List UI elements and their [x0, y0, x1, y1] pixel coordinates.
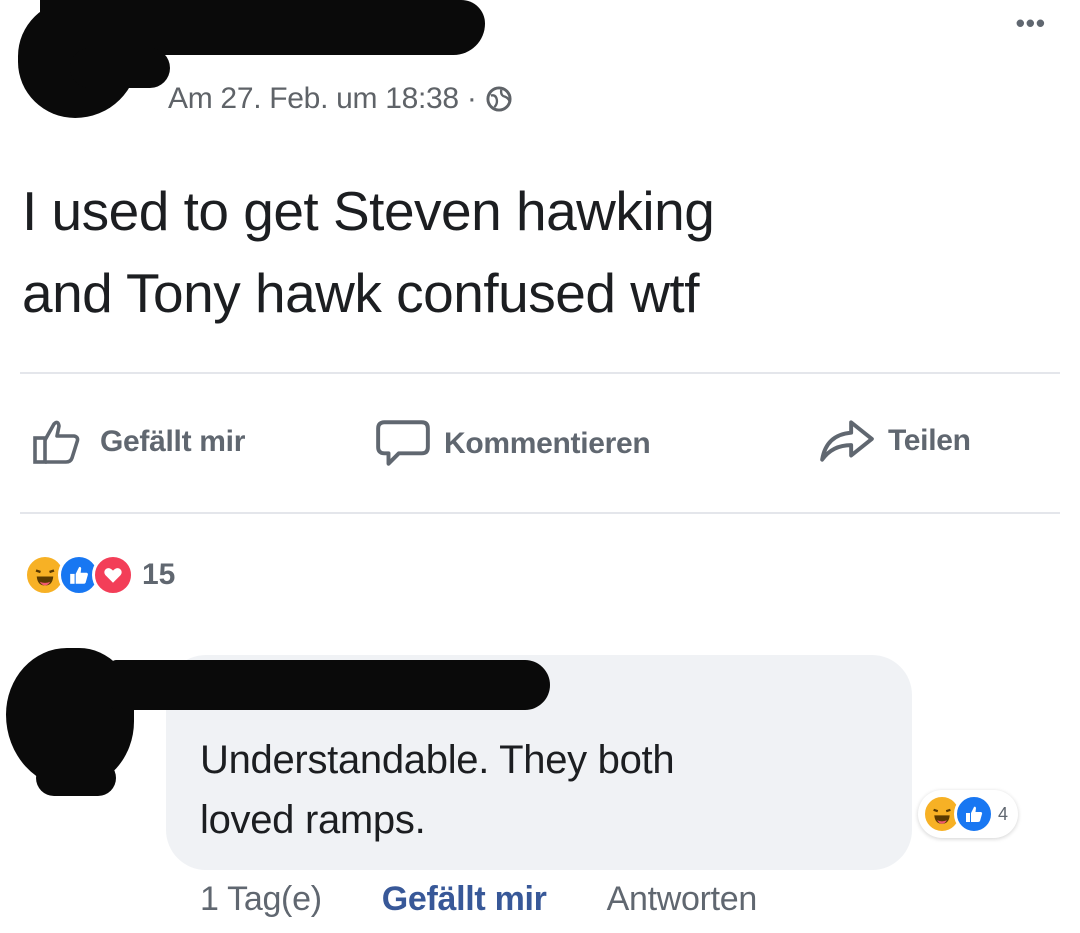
like-button[interactable]: Gefällt mir: [32, 418, 245, 466]
post-text: I used to get Steven hawking and Tony ha…: [22, 170, 1042, 334]
comment-like-button[interactable]: Gefällt mir: [382, 880, 547, 919]
share-arrow-icon: [820, 420, 874, 462]
love-reaction-icon: [92, 554, 134, 596]
comment-text-line-2: loved ramps.: [200, 798, 426, 842]
comment-reply-button[interactable]: Antworten: [607, 880, 758, 919]
action-bar: Gefällt mir Kommentieren Teilen: [32, 412, 1032, 472]
thumbs-up-white-icon: [966, 806, 983, 822]
comment-like-icon: [954, 794, 994, 834]
comment-text-line-1: Understandable. They both: [200, 738, 675, 782]
like-label: Gefällt mir: [100, 425, 246, 458]
share-label: Teilen: [888, 424, 971, 457]
haha-face-icon: [35, 569, 55, 586]
reaction-count: 15: [142, 558, 176, 591]
divider-top: [20, 372, 1060, 374]
share-button[interactable]: Teilen: [818, 418, 971, 464]
comment-time[interactable]: 1 Tag(e): [200, 880, 322, 919]
haha-face-icon: [933, 808, 951, 824]
thumbs-up-icon: [33, 420, 80, 464]
comment-button[interactable]: Kommentieren: [374, 418, 651, 470]
reaction-summary[interactable]: 15: [24, 554, 175, 596]
comment-reaction-count: 4: [998, 803, 1009, 824]
post-timestamp: Am 27. Feb. um 18:38 ·: [168, 82, 513, 116]
post-text-line-1: I used to get Steven hawking: [22, 180, 715, 242]
comment-label: Kommentieren: [444, 427, 651, 460]
divider-bottom: [20, 512, 1060, 514]
post-text-line-2: and Tony hawk confused wtf: [22, 262, 699, 324]
redacted-name: [40, 0, 485, 55]
comment-text: Understandable. They both loved ramps.: [200, 730, 840, 850]
redacted-commenter-name: [110, 660, 550, 710]
redacted-scribble: [70, 48, 170, 88]
heart-icon: [104, 568, 122, 583]
comment-meta: 1 Tag(e) Gefällt mir Antworten: [200, 880, 757, 919]
redacted-comment-avatar-tail: [36, 760, 116, 796]
comment-bubble-icon: [376, 420, 430, 466]
globe-icon: [486, 86, 512, 112]
thumbs-up-white-icon: [70, 566, 88, 584]
timestamp-text: Am 27. Feb. um 18:38 ·: [168, 82, 477, 115]
comment-reaction-summary[interactable]: 4: [918, 790, 1019, 838]
more-options-icon[interactable]: •••: [1016, 8, 1046, 39]
